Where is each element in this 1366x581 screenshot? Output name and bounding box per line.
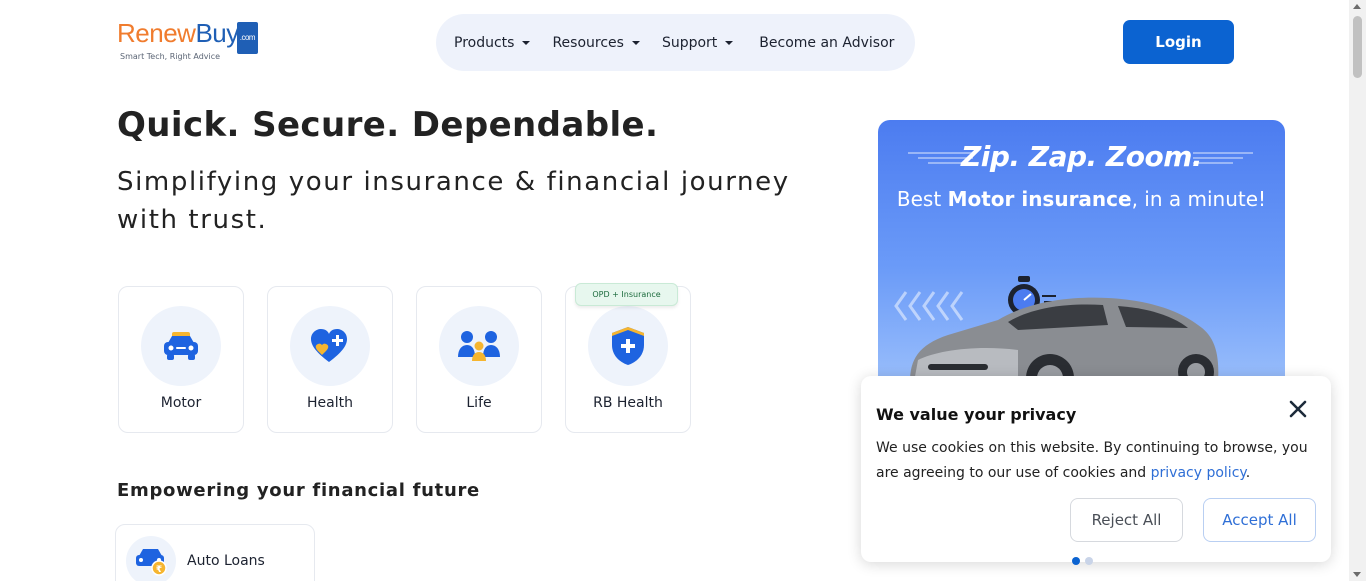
- scroll-up-arrow-icon[interactable]: [1353, 4, 1361, 9]
- cookie-consent-dialog: We value your privacy We use cookies on …: [861, 376, 1331, 562]
- caret-down-icon: [725, 41, 734, 45]
- car-icon: [141, 306, 221, 386]
- section-title: Empowering your financial future: [117, 480, 480, 501]
- hero-title: Quick. Secure. Dependable.: [117, 105, 659, 145]
- opd-insurance-badge: OPD + Insurance: [575, 283, 678, 306]
- car-rupee-icon: ₹: [126, 536, 176, 581]
- carousel-dot-active[interactable]: [1072, 557, 1080, 565]
- family-icon: [439, 306, 519, 386]
- banner-subline: Best Motor insurance, in a minute!: [896, 187, 1267, 211]
- cookie-title: We value your privacy: [876, 405, 1077, 424]
- loan-card-auto[interactable]: ₹ Auto Loans: [115, 524, 315, 581]
- caret-down-icon: [522, 41, 531, 45]
- promo-banner[interactable]: Zip. Zap. Zoom. Best Motor insurance, in…: [878, 120, 1285, 390]
- privacy-policy-link[interactable]: privacy policy: [1151, 465, 1246, 481]
- logo-wordmark: RenewBuy.com: [117, 18, 259, 54]
- product-card-health[interactable]: Health: [267, 286, 393, 433]
- cookie-message: We use cookies on this website. By conti…: [876, 440, 1308, 481]
- nav-become-advisor[interactable]: Become an Advisor: [759, 35, 894, 51]
- heart-plus-icon: [290, 306, 370, 386]
- product-card-rb-health[interactable]: RB Health: [565, 286, 691, 433]
- scroll-down-arrow-icon[interactable]: [1353, 572, 1361, 577]
- svg-text:₹: ₹: [156, 565, 162, 575]
- accept-all-button[interactable]: Accept All: [1203, 498, 1316, 542]
- logo-domain-suffix: .com: [236, 22, 259, 54]
- loan-label: Auto Loans: [187, 553, 265, 569]
- nav-products[interactable]: Products: [454, 35, 531, 51]
- nav-support[interactable]: Support: [662, 35, 734, 51]
- banner-headline: Zip. Zap. Zoom.: [960, 140, 1203, 173]
- login-button[interactable]: Login: [1123, 20, 1234, 64]
- carousel-indicators: [1072, 557, 1093, 565]
- product-label: Motor: [160, 395, 202, 411]
- hero-subtitle: Simplifying your insurance & financial j…: [117, 167, 790, 235]
- nav-resources[interactable]: Resources: [552, 35, 640, 51]
- shield-plus-icon: [588, 306, 668, 386]
- page-scrollbar[interactable]: [1349, 0, 1366, 581]
- product-card-motor[interactable]: Motor: [118, 286, 244, 433]
- product-label: RB Health: [593, 395, 663, 411]
- caret-down-icon: [631, 41, 640, 45]
- logo[interactable]: RenewBuy.com Smart Tech, Right Advice: [117, 18, 259, 61]
- scrollbar-thumb[interactable]: [1353, 16, 1362, 78]
- product-label: Life: [466, 395, 492, 411]
- product-card-life[interactable]: Life: [416, 286, 542, 433]
- main-nav: Products Resources Support Become an Adv…: [436, 14, 915, 71]
- close-icon[interactable]: [1285, 396, 1311, 422]
- product-label: Health: [307, 395, 353, 411]
- reject-all-button[interactable]: Reject All: [1070, 498, 1183, 542]
- carousel-dot[interactable]: [1085, 557, 1093, 565]
